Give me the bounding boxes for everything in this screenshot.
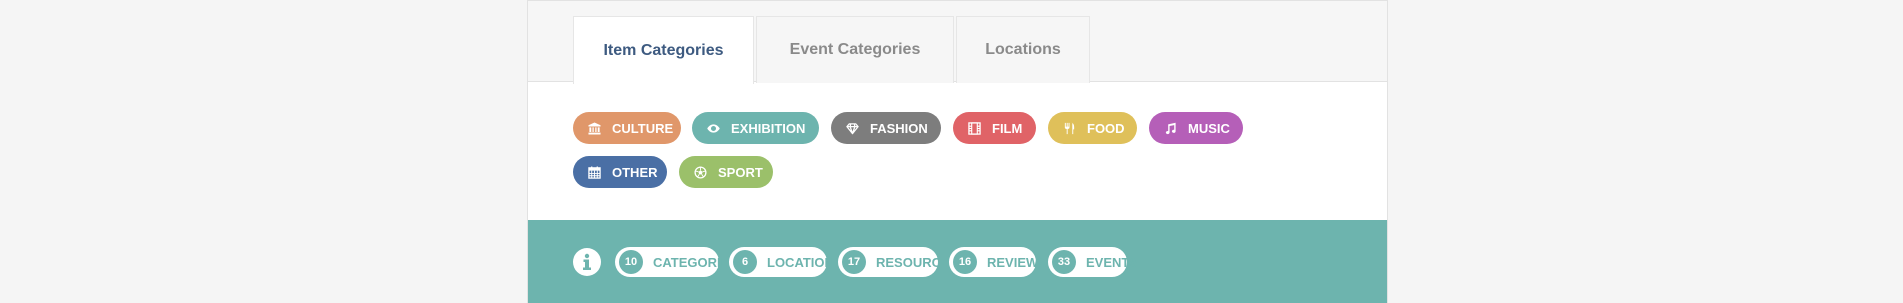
tab-event-categories[interactable]: Event Categories [756, 16, 954, 83]
film-icon [968, 121, 981, 135]
music-note-icon [1165, 122, 1176, 134]
tab-item-categories[interactable]: Item Categories [573, 16, 754, 84]
category-chip-culture[interactable]: CULTURE [573, 112, 681, 144]
stat-count: 33 [1052, 250, 1076, 274]
category-label: MUSIC [1188, 120, 1230, 136]
stat-count: 6 [733, 250, 757, 274]
category-chip-exhibition[interactable]: EXHIBITION [692, 112, 819, 144]
stat-label: CATEGORIES [653, 254, 738, 270]
stat-label: LOCATIONS [767, 254, 843, 270]
stat-count: 17 [842, 250, 866, 274]
eye-icon [707, 123, 720, 133]
stats-bar: 10 CATEGORIES 6 LOCATIONS 17 RESOURCES 1… [528, 220, 1387, 303]
category-chip-fashion[interactable]: FASHION [831, 112, 941, 144]
category-label: CULTURE [612, 120, 674, 136]
category-label: FILM [992, 120, 1023, 136]
calendar-icon [588, 165, 601, 179]
category-chip-film[interactable]: FILM [953, 112, 1036, 144]
info-icon [573, 248, 601, 276]
cutlery-icon [1064, 122, 1075, 134]
tab-locations[interactable]: Locations [956, 16, 1090, 83]
category-chip-other[interactable]: OTHER [573, 156, 667, 188]
tab-bar: Item Categories Event Categories Locatio… [528, 0, 1387, 84]
stat-locations[interactable]: 6 LOCATIONS [729, 247, 843, 277]
stat-label: REVIEWS [987, 254, 1047, 270]
stat-label: RESOURCES [876, 254, 959, 270]
category-chip-sport[interactable]: SPORT [679, 156, 773, 188]
category-label: FASHION [870, 120, 928, 136]
stat-count: 10 [619, 250, 643, 274]
stat-events[interactable]: 33 EVENTS [1048, 247, 1138, 277]
category-label: EXHIBITION [731, 120, 806, 136]
museum-icon [588, 121, 601, 135]
category-chip-music[interactable]: MUSIC [1149, 112, 1243, 144]
stat-categories[interactable]: 10 CATEGORIES [615, 247, 738, 277]
categories-panel: Item Categories Event Categories Locatio… [527, 0, 1388, 303]
stat-resources[interactable]: 17 RESOURCES [838, 247, 958, 277]
category-label: SPORT [718, 164, 763, 180]
category-chip-food[interactable]: FOOD [1048, 112, 1137, 144]
diamond-icon [846, 122, 859, 134]
category-label: OTHER [612, 164, 658, 180]
stat-label: EVENTS [1086, 254, 1139, 270]
category-label: FOOD [1087, 120, 1125, 136]
stat-reviews[interactable]: 16 REVIEWS [949, 247, 1047, 277]
info-glyph [583, 253, 591, 270]
soccer-ball-icon [694, 165, 707, 179]
stat-count: 16 [953, 250, 977, 274]
